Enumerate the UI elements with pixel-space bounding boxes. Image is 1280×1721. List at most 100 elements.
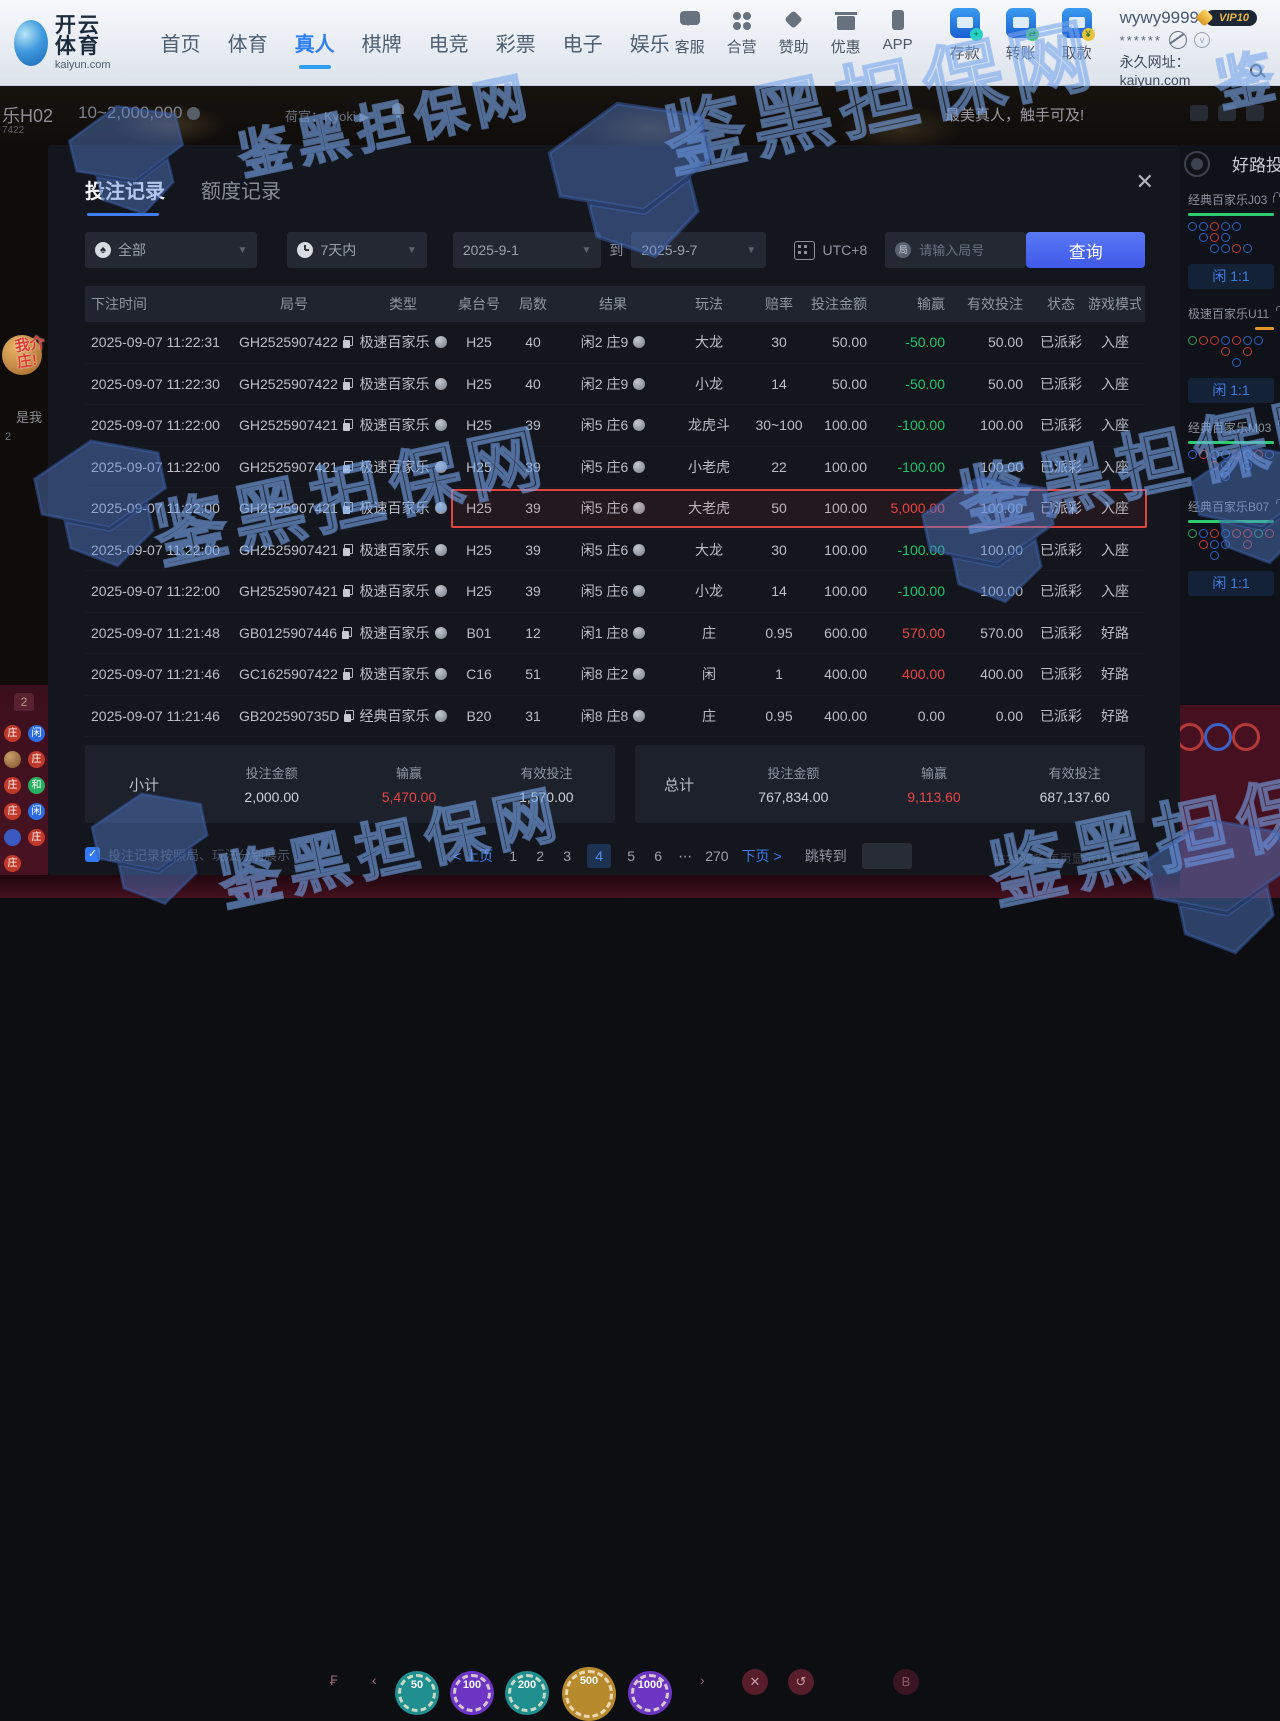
total-amount: 767,834.00 bbox=[723, 789, 864, 805]
menu-item-首页[interactable]: 首页 bbox=[161, 28, 201, 57]
menu-item-真人[interactable]: 真人 bbox=[295, 28, 335, 57]
permanent-domain: 永久网址：kaiyun.com bbox=[1120, 52, 1247, 88]
seat-badge: 和 bbox=[28, 777, 45, 794]
table-row[interactable]: 2025-09-07 11:22:31GH2525907422极速百家乐H254… bbox=[85, 322, 1145, 364]
back-icon[interactable] bbox=[1184, 151, 1210, 177]
tab-投注记录[interactable]: 投注记录 bbox=[85, 175, 165, 204]
page-button-4[interactable]: 4 bbox=[587, 844, 611, 868]
copy-icon[interactable] bbox=[343, 461, 353, 473]
bet-button[interactable]: 闲 1:1 bbox=[1188, 571, 1274, 596]
query-button[interactable]: 查询 bbox=[1026, 232, 1145, 268]
table-row[interactable]: 2025-09-07 11:21:46GB202590735D经典百家乐B203… bbox=[85, 696, 1145, 738]
chip-1000[interactable]: 1000 bbox=[628, 1671, 672, 1715]
copy-icon[interactable] bbox=[343, 336, 353, 348]
tab-额度记录[interactable]: 额度记录 bbox=[201, 175, 281, 204]
category-dropdown[interactable]: ♠ 全部▼ bbox=[85, 232, 257, 268]
quick-link-合营[interactable]: 合营 bbox=[722, 8, 762, 57]
chip-50[interactable]: 50 bbox=[395, 1671, 439, 1715]
copy-icon[interactable] bbox=[343, 544, 353, 556]
page-button-6[interactable]: 6 bbox=[651, 848, 665, 864]
road-card[interactable]: 经典百家乐B07闲 1:1 bbox=[1188, 498, 1274, 596]
range-dropdown[interactable]: 7天内▼ bbox=[287, 232, 426, 268]
chip-200[interactable]: 200 bbox=[505, 1671, 549, 1715]
copy-icon[interactable] bbox=[343, 502, 353, 514]
road-card[interactable]: 经典百家乐M03 bbox=[1188, 419, 1274, 482]
wallet-link-取款[interactable]: ¥取款 bbox=[1055, 8, 1099, 63]
menu-item-彩票[interactable]: 彩票 bbox=[496, 28, 536, 57]
copy-icon[interactable] bbox=[343, 419, 353, 431]
quick-links: 客服合营赞助优惠 APP bbox=[670, 8, 918, 57]
chips-next-arrow[interactable]: › bbox=[700, 1672, 705, 1688]
page-button-2[interactable]: 2 bbox=[533, 848, 547, 864]
column-header: 投注金额 bbox=[807, 294, 877, 314]
bet-button[interactable]: 闲 1:1 bbox=[1188, 378, 1274, 403]
copy-icon[interactable] bbox=[343, 378, 353, 390]
copy-icon[interactable] bbox=[343, 585, 353, 597]
bell-icon[interactable] bbox=[392, 103, 404, 114]
undo-bet-button[interactable]: ↺ bbox=[788, 1669, 814, 1695]
date-from-dropdown[interactable]: 2025-9-1▼ bbox=[453, 232, 602, 268]
quick-link-赞助[interactable]: 赞助 bbox=[774, 8, 814, 57]
table-row[interactable]: 2025-09-07 11:21:48GB0125907446极速百家乐B011… bbox=[85, 613, 1145, 655]
chip-100[interactable]: 100 bbox=[450, 1671, 494, 1715]
diamond-icon bbox=[782, 8, 806, 32]
menu-item-体育[interactable]: 体育 bbox=[228, 28, 268, 57]
search-icon[interactable] bbox=[1250, 64, 1262, 77]
road-card[interactable]: 经典百家乐J03闲 1:1 bbox=[1188, 191, 1274, 289]
page-button-3[interactable]: 3 bbox=[560, 848, 574, 864]
chips-prev-arrow[interactable]: ‹ bbox=[372, 1672, 377, 1688]
pagination-ellipsis: ⋯ bbox=[678, 848, 692, 865]
menu-item-电竞[interactable]: 电竞 bbox=[429, 28, 469, 57]
wallet-link-存款[interactable]: +存款 bbox=[943, 8, 987, 63]
table-row[interactable]: 2025-09-07 11:22:00GH2525907421极速百家乐H253… bbox=[85, 488, 1145, 530]
wallet-link-转账[interactable]: ⇄转账 bbox=[999, 8, 1043, 63]
filter-bar: ♠ 全部▼ 7天内▼ 2025-9-1▼ 到 2025-9-7▼ UTC+8 局… bbox=[85, 232, 1145, 268]
table-row[interactable]: 2025-09-07 11:22:00GH2525907421极速百家乐H253… bbox=[85, 530, 1145, 572]
pagination: < 上页 123456 ⋯ 270 下页 > 跳转到 bbox=[453, 843, 912, 869]
subtotal-win-label: 输赢 bbox=[340, 763, 477, 782]
spade-icon: ♠ bbox=[95, 242, 111, 258]
round-search-input[interactable] bbox=[917, 242, 1016, 259]
last-page-button[interactable]: 270 bbox=[705, 848, 728, 864]
close-icon[interactable]: ✕ bbox=[1136, 169, 1154, 195]
quick-link-优惠[interactable]: 优惠 bbox=[826, 8, 866, 57]
bet-spot-ring[interactable] bbox=[1232, 723, 1260, 751]
quick-link-APP[interactable]: APP bbox=[878, 8, 918, 57]
copy-icon[interactable] bbox=[344, 710, 354, 722]
info-dot-icon bbox=[435, 585, 447, 597]
chip-500[interactable]: 500 bbox=[562, 1667, 616, 1721]
table-row[interactable]: 2025-09-07 11:22:30GH2525907422极速百家乐H254… bbox=[85, 364, 1145, 406]
date-to-dropdown[interactable]: 2025-9-7▼ bbox=[631, 232, 766, 268]
road-card[interactable]: 极速百家乐U11闲 1:1 bbox=[1188, 305, 1274, 403]
display-mode-checkbox[interactable]: ✓ bbox=[85, 847, 100, 862]
table-row[interactable]: 2025-09-07 11:21:46GC1625907422极速百家乐C165… bbox=[85, 654, 1145, 696]
menu-item-娱乐[interactable]: 娱乐 bbox=[630, 28, 670, 57]
page-button-5[interactable]: 5 bbox=[624, 848, 638, 864]
table-row[interactable]: 2025-09-07 11:22:00GH2525907421极速百家乐H253… bbox=[85, 571, 1145, 613]
table-row[interactable]: 2025-09-07 11:22:00GH2525907421极速百家乐H253… bbox=[85, 447, 1145, 489]
prev-arrow[interactable]: < bbox=[453, 848, 461, 864]
banker-button[interactable]: B bbox=[893, 1669, 919, 1695]
subtotal-valid-label: 有效投注 bbox=[478, 763, 615, 782]
quick-link-客服[interactable]: 客服 bbox=[670, 8, 710, 57]
game-header-strip: 乐H02 7422 10~2,000,000 荷官：Kyoki ▶ 最美真人，触… bbox=[0, 85, 1280, 145]
next-arrow[interactable]: > bbox=[774, 848, 782, 864]
jump-page-input[interactable] bbox=[862, 843, 912, 869]
total-amount-label: 投注金额 bbox=[723, 763, 864, 782]
menu-item-棋牌[interactable]: 棋牌 bbox=[362, 28, 402, 57]
eye-off-icon[interactable] bbox=[1169, 31, 1187, 49]
table-row[interactable]: 2025-09-07 11:22:00GH2525907421极速百家乐H253… bbox=[85, 405, 1145, 447]
bet-button[interactable]: 闲 1:1 bbox=[1188, 264, 1274, 289]
chip-currency-icon[interactable]: ₣ bbox=[330, 1672, 338, 1688]
page-button-1[interactable]: 1 bbox=[506, 848, 520, 864]
verified-icon: v bbox=[1194, 32, 1210, 48]
copy-icon[interactable] bbox=[342, 627, 352, 639]
copy-icon[interactable] bbox=[343, 668, 353, 680]
cancel-bet-button[interactable]: ✕ bbox=[742, 1669, 768, 1695]
info-dot-icon bbox=[435, 544, 447, 556]
prev-page-button[interactable]: 上页 bbox=[465, 846, 493, 866]
menu-item-电子[interactable]: 电子 bbox=[563, 28, 603, 57]
bet-spot-ring[interactable] bbox=[1204, 723, 1232, 751]
site-logo[interactable]: 开云体育 kaiyun.com bbox=[14, 15, 123, 71]
next-page-button[interactable]: 下页 bbox=[742, 846, 770, 866]
